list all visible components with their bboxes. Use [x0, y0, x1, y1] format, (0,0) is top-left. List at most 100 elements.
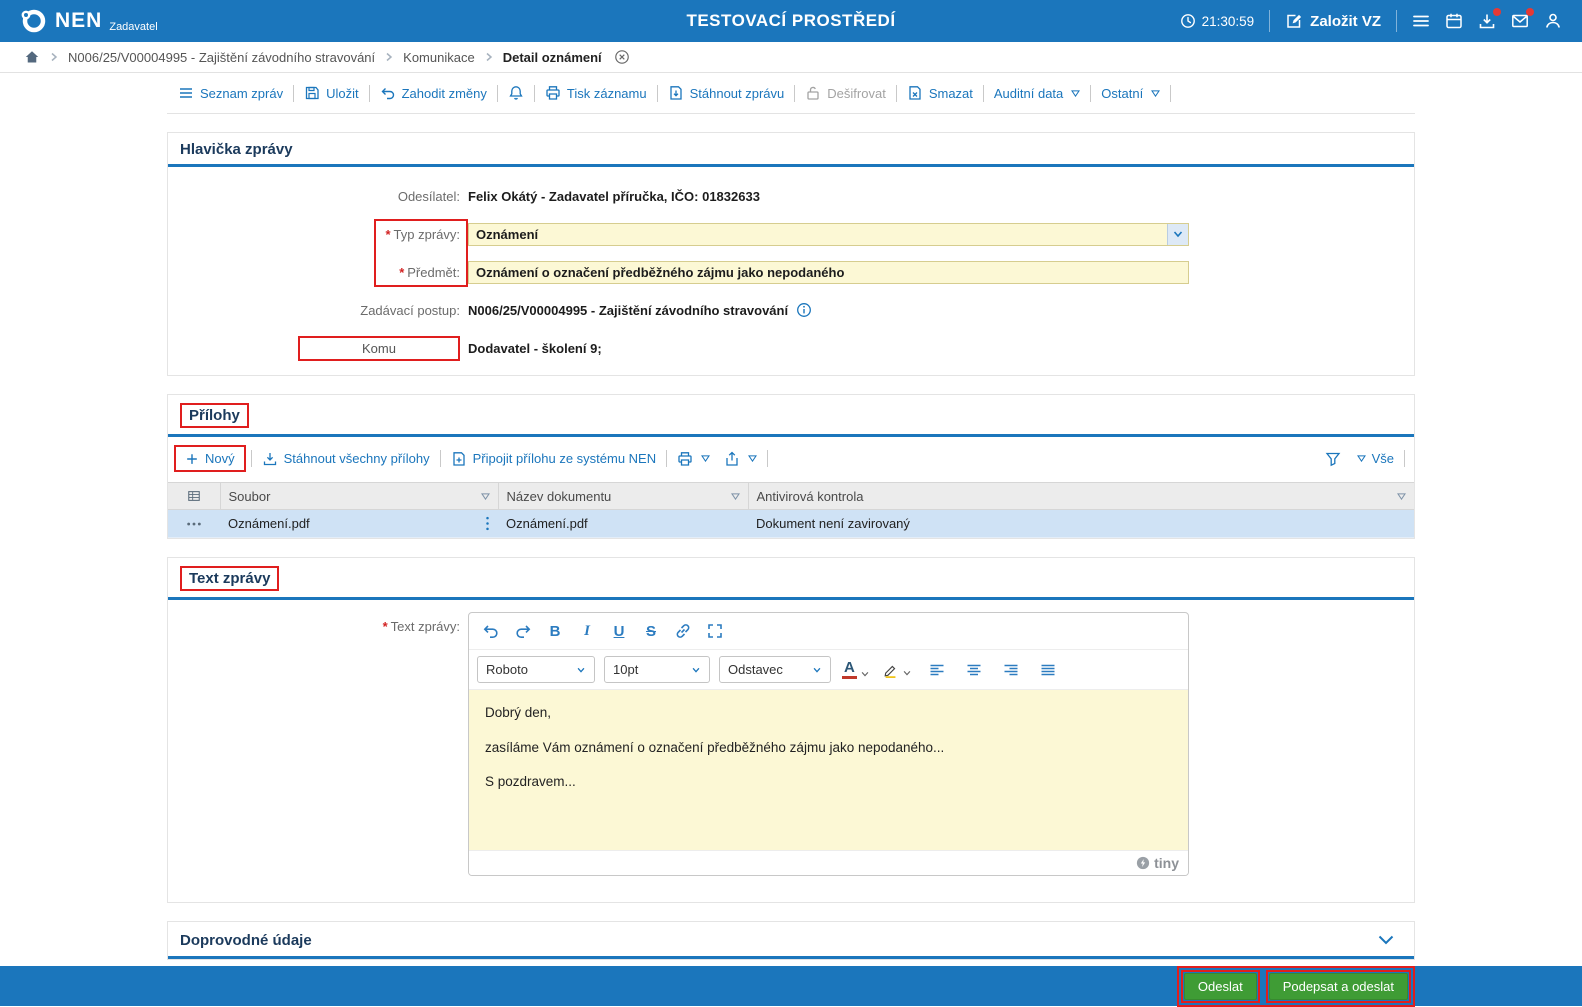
undo-icon[interactable]	[477, 618, 505, 644]
underline-button[interactable]: U	[605, 618, 633, 644]
toolbar-print-button[interactable]: Tisk záznamu	[538, 82, 654, 104]
toolbar-notifications-button[interactable]	[501, 82, 531, 104]
kebab-menu-icon[interactable]	[485, 516, 490, 531]
close-icon[interactable]	[614, 49, 630, 65]
toolbar-discard-button[interactable]: Zahodit změny	[373, 82, 494, 104]
toolbar-delete-button[interactable]: Smazat	[900, 82, 980, 104]
create-vz-button[interactable]: Založit VZ	[1285, 12, 1381, 30]
block-format-select[interactable]: Odstavec	[719, 656, 831, 683]
table-row[interactable]: Oznámení.pdf Oznámení.pdf Dokument není …	[168, 509, 1414, 538]
breadcrumb: N006/25/V00004995 - Zajištění závodního …	[0, 42, 1582, 73]
bold-button[interactable]: B	[541, 618, 569, 644]
attachments-print-button[interactable]	[670, 448, 717, 470]
divider	[439, 450, 441, 467]
divider	[1170, 84, 1172, 102]
divider	[1396, 10, 1397, 32]
breadcrumb-komunikace[interactable]: Komunikace	[403, 50, 475, 65]
toolbar-save-button[interactable]: Uložit	[297, 82, 366, 104]
column-filter-icon[interactable]	[480, 492, 490, 500]
highlight-color-button[interactable]	[881, 662, 914, 678]
message-header-form: Odesílatel: Felix Okátý - Zadavatel přír…	[168, 167, 1414, 375]
info-icon[interactable]	[796, 302, 812, 318]
unlock-icon	[805, 85, 821, 101]
column-settings-icon[interactable]	[187, 489, 201, 503]
procedure-value: N006/25/V00004995 - Zajištění závodního …	[468, 302, 789, 318]
attachment-new-button[interactable]: Nový	[178, 448, 242, 469]
redo-icon[interactable]	[509, 618, 537, 644]
toolbar-download-message-button[interactable]: Stáhnout zprávu	[661, 82, 792, 104]
subject-label: Předmět:	[407, 264, 460, 280]
message-body-textarea[interactable]: Dobrý den, zasíláme Vám oznámení o označ…	[469, 690, 1188, 850]
tiny-logo-text: tiny	[1154, 855, 1179, 871]
drag-handle-icon[interactable]	[176, 521, 212, 527]
align-justify-icon[interactable]	[1034, 657, 1062, 683]
profile-button[interactable]	[1544, 12, 1562, 30]
italic-button[interactable]: I	[573, 618, 601, 644]
chevron-down-icon[interactable]	[1167, 223, 1188, 245]
sign-and-send-button[interactable]: Podepsat a odeslat	[1268, 972, 1408, 1000]
toolbar-decrypt-button[interactable]: Dešifrovat	[798, 82, 893, 104]
section-header: Přílohy	[168, 395, 1414, 437]
font-family-select[interactable]: Roboto	[477, 656, 595, 683]
view-all-dropdown[interactable]: Vše	[1348, 448, 1401, 469]
subject-input[interactable]	[468, 260, 1189, 284]
attachments-table: Soubor Název dokumentu Antivirová kontro…	[168, 482, 1414, 538]
caret-down-icon	[1151, 89, 1161, 97]
procedure-label: Zadávací postup:	[360, 302, 460, 318]
rich-text-editor: B I U S Roboto 10pt Odstavec A Dobrý den…	[468, 612, 1189, 876]
form-row-message-type: * Typ zprávy: Oznámení	[168, 215, 1414, 253]
divider	[1090, 84, 1092, 102]
message-paragraph: zasíláme Vám oznámení o označení předběž…	[485, 739, 945, 755]
form-row-procedure: Zadávací postup: N006/25/V00004995 - Zaj…	[168, 291, 1414, 329]
export-icon	[724, 451, 740, 467]
bell-icon	[508, 85, 524, 101]
menu-button[interactable]	[1412, 12, 1430, 30]
breadcrumb-procedure[interactable]: N006/25/V00004995 - Zajištění závodního …	[68, 50, 375, 65]
required-asterisk: *	[399, 264, 405, 280]
tinymce-logo: tiny	[1136, 855, 1179, 871]
fullscreen-icon[interactable]	[701, 618, 729, 644]
section-header: Text zprávy	[168, 558, 1414, 600]
send-button[interactable]: Odeslat	[1183, 972, 1257, 1000]
calendar-button[interactable]	[1445, 12, 1463, 30]
download-all-attachments-button[interactable]: Stáhnout všechny přílohy	[255, 448, 437, 470]
filter-icon[interactable]	[1318, 448, 1348, 470]
notification-badge	[1526, 8, 1534, 16]
home-icon[interactable]	[24, 49, 40, 65]
chevron-down-icon[interactable]	[1376, 930, 1396, 950]
brand-name: NEN	[55, 9, 103, 32]
font-size-select[interactable]: 10pt	[604, 656, 710, 683]
section-additional-data: Doprovodné údaje	[167, 921, 1415, 960]
toolbar-other-button[interactable]: Ostatní	[1094, 83, 1167, 104]
message-type-select[interactable]: Oznámení	[468, 222, 1189, 246]
attachments-toolbar: Nový Stáhnout všechny přílohy Připojit p…	[168, 437, 1414, 480]
align-left-icon[interactable]	[923, 657, 951, 683]
cell-antivirus: Dokument není zavirovaný	[756, 516, 910, 531]
message-text-form: * Text zprávy: B I U S Roboto 10pt Odsta…	[168, 600, 1414, 902]
text-color-button[interactable]: A	[840, 660, 872, 679]
chevron-right-icon	[484, 52, 494, 62]
nen-logo[interactable]: NEN Zadavatel	[20, 7, 158, 35]
save-icon	[304, 85, 320, 101]
attachments-export-button[interactable]	[717, 448, 764, 470]
nen-logo-icon	[20, 7, 48, 35]
attach-from-nen-button[interactable]: Připojit přílohu ze systému NEN	[444, 448, 664, 470]
toolbar-audit-data-button[interactable]: Auditní data	[987, 83, 1087, 104]
cell-document-name: Oznámení.pdf	[506, 516, 588, 531]
messages-button[interactable]	[1511, 8, 1534, 30]
section-title-additional: Doprovodné údaje	[180, 931, 312, 949]
caret-down-icon	[1071, 89, 1081, 97]
print-icon	[545, 85, 561, 101]
strikethrough-button[interactable]: S	[637, 618, 665, 644]
downloads-button[interactable]	[1478, 8, 1501, 30]
divider	[656, 84, 658, 102]
top-header: NEN Zadavatel TESTOVACÍ PROSTŘEDÍ 21:30:…	[0, 0, 1582, 42]
align-right-icon[interactable]	[997, 657, 1025, 683]
divider	[533, 84, 535, 102]
align-center-icon[interactable]	[960, 657, 988, 683]
column-filter-icon[interactable]	[730, 492, 740, 500]
link-icon[interactable]	[669, 618, 697, 644]
column-filter-icon[interactable]	[1397, 492, 1406, 500]
toolbar-list-messages-button[interactable]: Seznam zpráv	[171, 82, 290, 104]
annotation-sign-send-button: Podepsat a odeslat	[1265, 969, 1411, 1003]
